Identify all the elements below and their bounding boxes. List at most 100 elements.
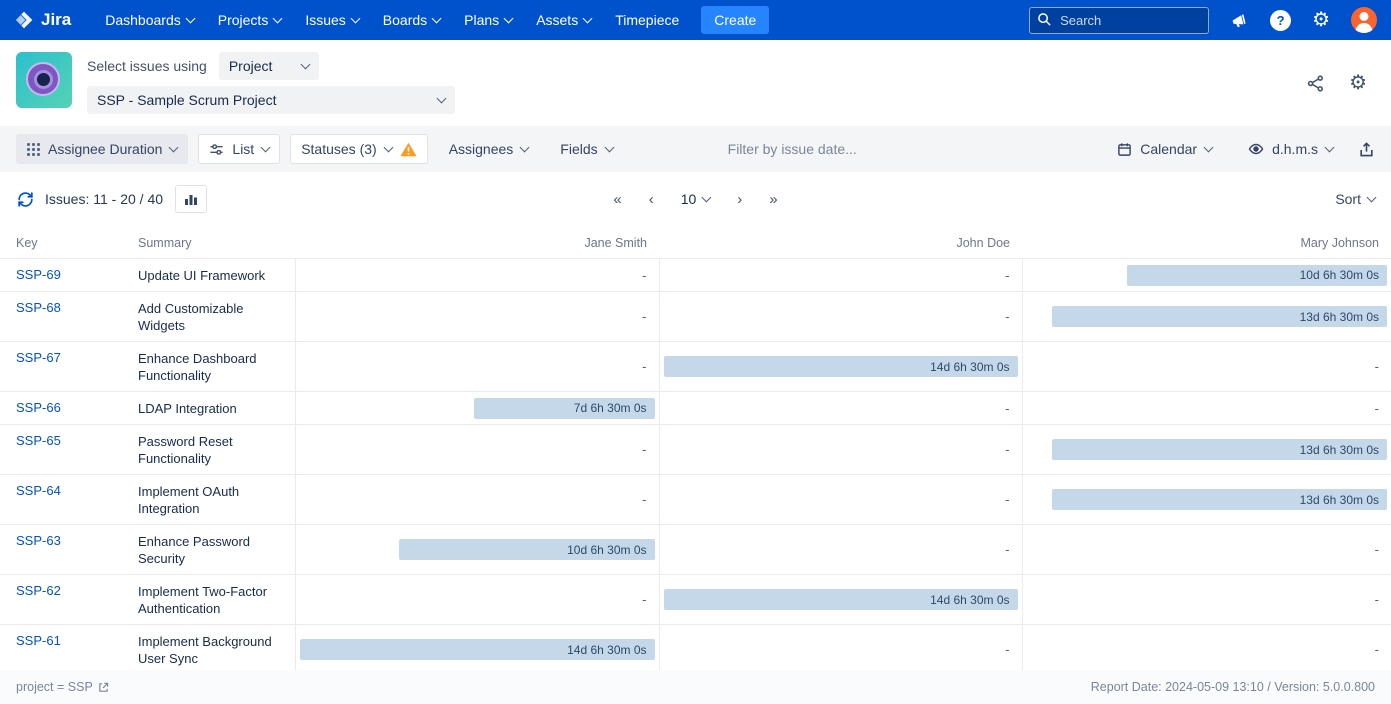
issue-key-link[interactable]: SSP-63 bbox=[16, 533, 61, 548]
page-size-select[interactable]: 10 bbox=[681, 191, 711, 207]
prev-page-button[interactable]: ‹ bbox=[649, 191, 654, 208]
nav-item-timepiece[interactable]: Timepiece bbox=[603, 0, 691, 40]
chevron-down-icon bbox=[504, 14, 514, 24]
nav-item-issues[interactable]: Issues bbox=[293, 0, 370, 40]
duration-bar: 10d 6h 30m 0s bbox=[399, 539, 655, 560]
chevron-down-icon bbox=[185, 14, 195, 24]
issue-key-link[interactable]: SSP-68 bbox=[16, 300, 61, 315]
chevron-down-icon bbox=[1367, 193, 1377, 203]
duration-cell: - bbox=[1022, 342, 1391, 392]
issue-summary: Implement Two-Factor Authentication bbox=[130, 575, 295, 625]
report-settings-gear-icon[interactable]: ⚙ bbox=[1349, 73, 1367, 93]
external-link-icon[interactable] bbox=[98, 682, 109, 693]
sort-button[interactable]: Sort bbox=[1335, 191, 1375, 207]
duration-cell: - bbox=[659, 259, 1022, 292]
user-avatar[interactable] bbox=[1351, 7, 1377, 33]
global-search[interactable] bbox=[1029, 7, 1209, 34]
next-page-button[interactable]: › bbox=[737, 191, 742, 208]
issue-key-link[interactable]: SSP-64 bbox=[16, 483, 61, 498]
jira-home-link[interactable]: Jira bbox=[14, 10, 71, 30]
column-header-assignee-3: Mary Johnson bbox=[1022, 226, 1391, 259]
layout-button[interactable]: List bbox=[198, 134, 280, 164]
issue-key-link[interactable]: SSP-69 bbox=[16, 267, 61, 282]
nav-item-plans[interactable]: Plans bbox=[452, 0, 524, 40]
fields-button[interactable]: Fields bbox=[549, 134, 623, 164]
export-icon[interactable] bbox=[1358, 141, 1375, 158]
empty-duration: - bbox=[300, 492, 655, 507]
megaphone-icon[interactable] bbox=[1230, 11, 1249, 30]
first-page-button[interactable]: « bbox=[613, 191, 621, 208]
issue-source-mode-select[interactable]: Project bbox=[219, 52, 319, 80]
issue-key-link[interactable]: SSP-67 bbox=[16, 350, 61, 365]
issue-key-link[interactable]: SSP-66 bbox=[16, 400, 61, 415]
settings-gear-icon[interactable]: ⚙ bbox=[1312, 10, 1330, 30]
last-page-button[interactable]: » bbox=[769, 191, 777, 208]
refresh-icon[interactable] bbox=[16, 190, 35, 209]
table-row: SSP-68Add Customizable Widgets--13d 6h 3… bbox=[0, 292, 1391, 342]
chevron-down-icon bbox=[583, 14, 593, 24]
empty-duration: - bbox=[1027, 542, 1388, 557]
nav-item-dashboards[interactable]: Dashboards bbox=[93, 0, 206, 40]
empty-duration: - bbox=[664, 542, 1018, 557]
duration-bar: 13d 6h 30m 0s bbox=[1052, 439, 1387, 460]
issue-summary: LDAP Integration bbox=[130, 392, 295, 425]
duration-cell: - bbox=[295, 425, 659, 475]
chevron-down-icon bbox=[1204, 143, 1214, 153]
create-button[interactable]: Create bbox=[701, 6, 769, 34]
issue-key-link[interactable]: SSP-61 bbox=[16, 633, 61, 648]
duration-cell: 10d 6h 30m 0s bbox=[1022, 259, 1391, 292]
nav-item-label: Issues bbox=[305, 12, 345, 28]
empty-duration: - bbox=[300, 309, 655, 324]
calendar-icon bbox=[1117, 142, 1132, 157]
sliders-icon bbox=[209, 142, 224, 157]
issue-summary: Password Reset Functionality bbox=[130, 425, 295, 475]
duration-cell: - bbox=[295, 575, 659, 625]
pagination: « ‹ 10 › » bbox=[613, 191, 777, 208]
duration-cell: - bbox=[1022, 625, 1391, 671]
empty-duration: - bbox=[1027, 642, 1388, 657]
gear-glyph: ⚙ bbox=[1349, 73, 1367, 93]
grid-icon bbox=[27, 143, 40, 156]
report-type-button[interactable]: Assignee Duration bbox=[16, 134, 188, 164]
search-input[interactable] bbox=[1029, 7, 1209, 34]
duration-cell: - bbox=[659, 475, 1022, 525]
nav-item-assets[interactable]: Assets bbox=[524, 0, 603, 40]
table-header-row: Key Summary Jane Smith John Doe Mary Joh… bbox=[0, 226, 1391, 259]
empty-duration: - bbox=[300, 592, 655, 607]
help-icon[interactable]: ? bbox=[1270, 10, 1291, 31]
empty-duration: - bbox=[300, 442, 655, 457]
statuses-label: Statuses (3) bbox=[301, 141, 376, 157]
table-row: SSP-63 Enhance Password Security 10d 6h 30… bbox=[0, 525, 1391, 575]
chart-view-button[interactable] bbox=[175, 185, 207, 213]
duration-bar: 13d 6h 30m 0s bbox=[1052, 306, 1387, 327]
column-header-assignee-2: John Doe bbox=[659, 226, 1022, 259]
issue-date-filter-input[interactable] bbox=[726, 140, 920, 158]
duration-bar: 14d 6h 30m 0s bbox=[664, 356, 1018, 377]
nav-item-label: Timepiece bbox=[615, 12, 679, 28]
report-version-info: Report Date: 2024-05-09 13:10 / Version:… bbox=[1091, 680, 1375, 694]
duration-cell: 13d 6h 30m 0s bbox=[1022, 292, 1391, 342]
duration-cell: - bbox=[659, 625, 1022, 671]
share-icon[interactable] bbox=[1306, 74, 1325, 93]
issue-source-mode-value: Project bbox=[229, 58, 273, 74]
issue-key-link[interactable]: SSP-62 bbox=[16, 583, 61, 598]
table-row: SSP-64Implement OAuth Integration--13d 6… bbox=[0, 475, 1391, 525]
nav-item-label: Boards bbox=[383, 12, 427, 28]
nav-item-boards[interactable]: Boards bbox=[371, 0, 452, 40]
duration-format-button[interactable]: d.h.m.s bbox=[1237, 134, 1344, 164]
chevron-down-icon bbox=[350, 14, 360, 24]
calendar-button[interactable]: Calendar bbox=[1106, 134, 1223, 164]
statuses-filter-button[interactable]: Statuses (3) bbox=[290, 134, 427, 164]
nav-item-projects[interactable]: Projects bbox=[206, 0, 294, 40]
project-select[interactable]: SSP - Sample Scrum Project bbox=[87, 86, 455, 114]
report-table-body: SSP-69Update UI Framework--10d 6h 30m 0s… bbox=[0, 259, 1391, 671]
empty-duration: - bbox=[1027, 592, 1388, 607]
duration-cell: 10d 6h 30m 0s bbox=[295, 525, 659, 575]
assignees-filter-button[interactable]: Assignees bbox=[438, 134, 540, 164]
chevron-down-icon bbox=[383, 143, 393, 153]
issue-summary: Enhance Password Security bbox=[130, 525, 295, 575]
issue-key-link[interactable]: SSP-65 bbox=[16, 433, 61, 448]
issue-source-selects: Select issues using Project SSP - Sample… bbox=[87, 52, 455, 114]
nav-item-label: Dashboards bbox=[105, 12, 181, 28]
chevron-down-icon bbox=[273, 14, 283, 24]
